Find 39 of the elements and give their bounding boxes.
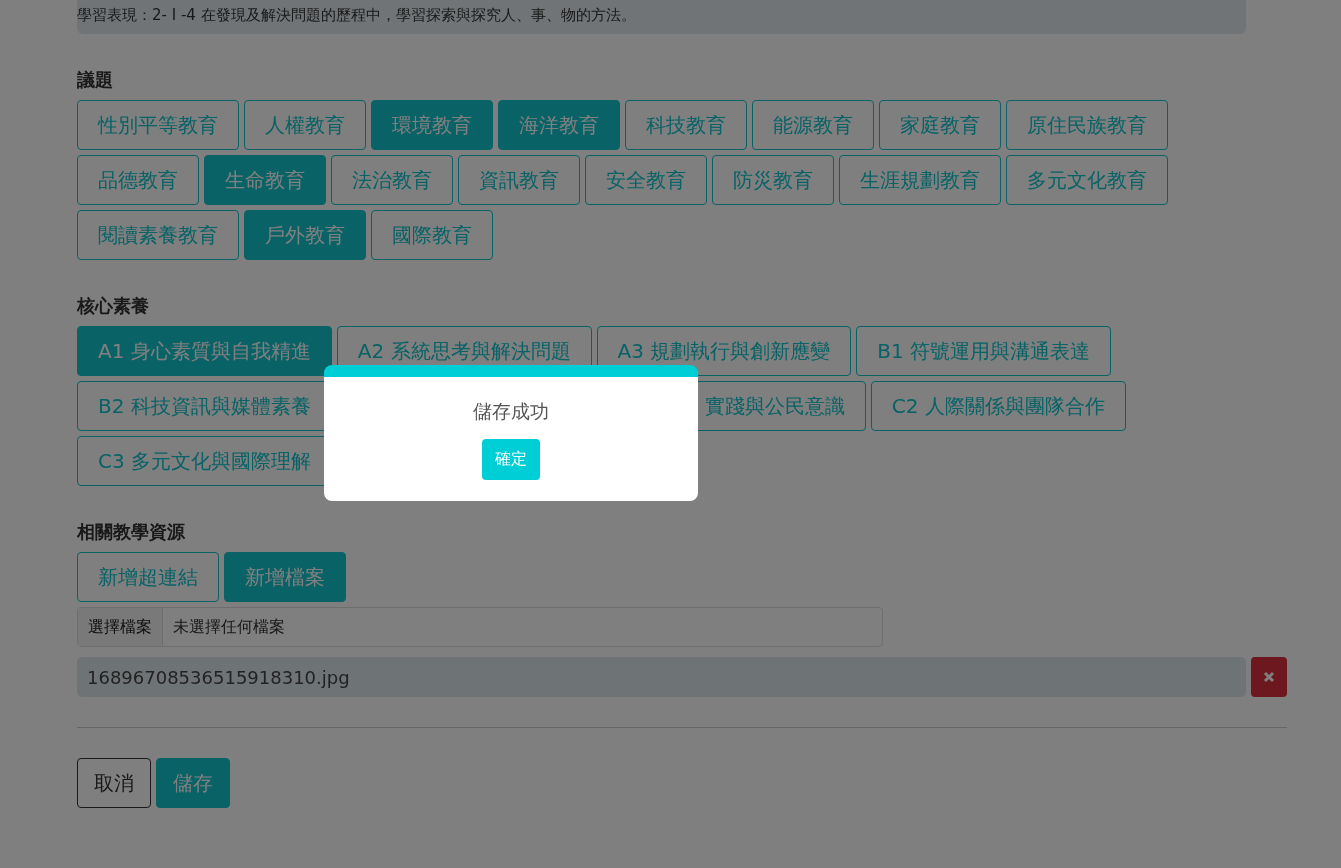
tag-button[interactable]: 戶外教育: [244, 210, 366, 260]
section-title: 相關教學資源: [77, 520, 186, 544]
confirm-button[interactable]: 確定: [482, 439, 540, 480]
tag-button[interactable]: 性別平等教育: [77, 100, 239, 150]
section-title: 核心素養: [77, 294, 150, 318]
tag-button[interactable]: C2 人際關係與團隊合作: [870, 381, 1126, 431]
tag-button[interactable]: 資訊教育: [458, 155, 580, 205]
resource-button[interactable]: 新增超連結: [77, 552, 219, 602]
tag-button[interactable]: A3 規劃執行與創新應變: [596, 326, 852, 376]
tag-button[interactable]: A1 身心素質與自我精進: [77, 326, 332, 376]
tag-button[interactable]: 科技教育: [625, 100, 747, 150]
tag-button[interactable]: 安全教育: [585, 155, 707, 205]
tag-button[interactable]: 海洋教育: [498, 100, 620, 150]
tag-button[interactable]: 防災教育: [712, 155, 834, 205]
learning-standard: 學習表現：2- Ⅰ -4 在發現及解決問題的歷程中，學習探索與探究人、事、物的方法。: [77, 0, 1246, 34]
tag-button[interactable]: 能源教育: [752, 100, 874, 150]
attachment-name: 16896708536515918310.jpg: [77, 657, 1246, 697]
tag-button[interactable]: 多元文化教育: [1006, 155, 1168, 205]
save-button[interactable]: 儲存: [156, 758, 230, 808]
tag-button[interactable]: 閱讀素養教育: [77, 210, 239, 260]
tag-button[interactable]: B1 符號運用與溝通表達: [856, 326, 1112, 376]
tag-button[interactable]: 家庭教育: [879, 100, 1001, 150]
cancel-button[interactable]: 取消: [77, 758, 151, 808]
file-status: 未選擇任何檔案: [172, 616, 286, 638]
dialog-message: 儲存成功: [473, 399, 549, 424]
tag-button[interactable]: 人權教育: [244, 100, 366, 150]
tag-button[interactable]: 生命教育: [204, 155, 326, 205]
tag-button[interactable]: 生涯規劃教育: [839, 155, 1001, 205]
resource-button[interactable]: 新增檔案: [224, 552, 346, 602]
choose-file-button[interactable]: 選擇檔案: [78, 608, 163, 646]
section-title: 議題: [77, 68, 114, 92]
tag-button[interactable]: 法治教育: [331, 155, 453, 205]
tag-button[interactable]: 原住民族教育: [1006, 100, 1168, 150]
delete-button[interactable]: [1251, 657, 1287, 697]
tag-button[interactable]: 國際教育: [371, 210, 493, 260]
tag-button[interactable]: 環境教育: [371, 100, 493, 150]
file-input[interactable]: 選擇檔案 未選擇任何檔案: [77, 607, 883, 647]
tag-button[interactable]: 品德教育: [77, 155, 199, 205]
close-icon: [1263, 671, 1275, 683]
